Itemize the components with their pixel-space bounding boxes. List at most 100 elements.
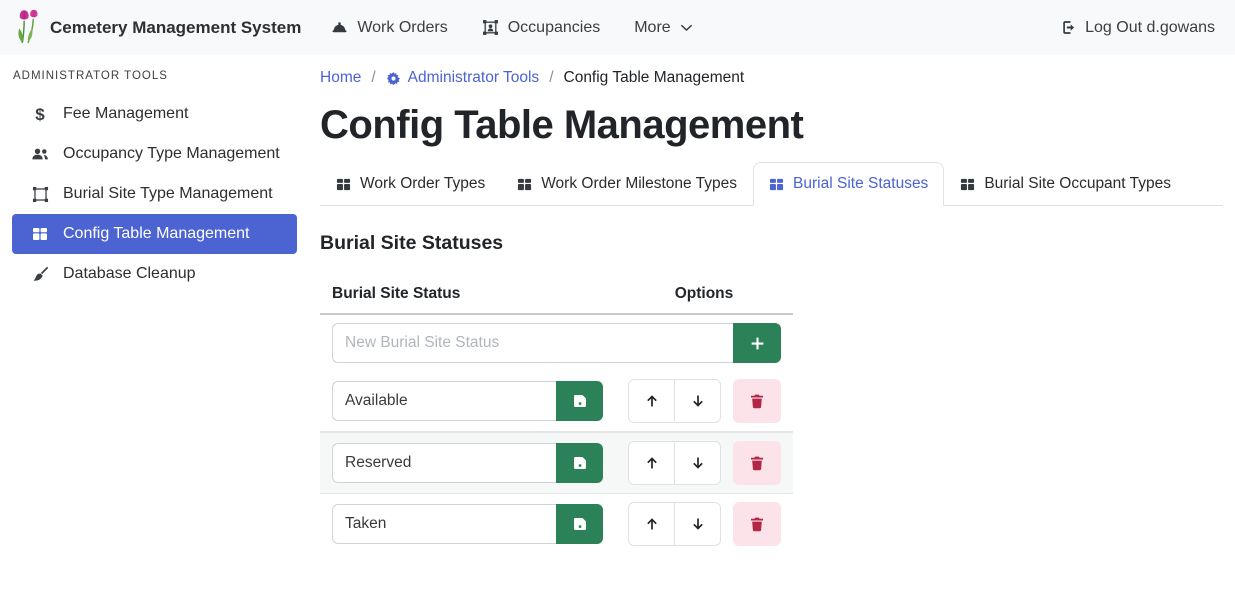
breadcrumb-admin-tools-label: Administrator Tools xyxy=(408,69,540,87)
column-header-status: Burial Site Status xyxy=(332,285,627,303)
save-button[interactable] xyxy=(556,381,603,421)
sidebar-item-fee-management[interactable]: $ Fee Management xyxy=(12,94,297,134)
table-row-reserved xyxy=(320,432,793,494)
nav-more-dropdown[interactable]: More xyxy=(634,19,692,37)
arrow-up-icon xyxy=(644,455,660,471)
column-header-options: Options xyxy=(627,285,781,303)
arrow-down-icon xyxy=(690,393,706,409)
table-row-available xyxy=(320,371,793,432)
breadcrumb-current: Config Table Management xyxy=(564,69,745,87)
status-input[interactable] xyxy=(332,504,556,544)
breadcrumb: Home / Administrator Tools / Config Tabl… xyxy=(320,69,1223,87)
chevron-down-icon xyxy=(680,21,693,34)
sidebar-item-label: Config Table Management xyxy=(63,225,250,243)
delete-button[interactable] xyxy=(733,502,781,546)
sign-out-icon xyxy=(1059,19,1076,36)
hard-hat-icon xyxy=(331,19,348,36)
nav-more-label: More xyxy=(634,19,670,37)
logout-label: Log Out d.gowans xyxy=(1085,19,1215,37)
tab-burial-site-occupant-types[interactable]: Burial Site Occupant Types xyxy=(944,162,1187,206)
object-group-icon xyxy=(30,186,50,203)
tab-label: Burial Site Occupant Types xyxy=(984,175,1171,193)
move-up-button[interactable] xyxy=(628,441,675,485)
breadcrumb-home-link[interactable]: Home xyxy=(320,69,361,87)
nav-work-orders[interactable]: Work Orders xyxy=(331,19,447,37)
section-heading: Burial Site Statuses xyxy=(320,232,1223,255)
sidebar-item-label: Burial Site Type Management xyxy=(63,185,273,203)
move-up-button[interactable] xyxy=(628,379,675,423)
nav-occupancies-label: Occupancies xyxy=(508,19,601,37)
table-icon xyxy=(517,177,532,192)
save-button[interactable] xyxy=(556,443,603,483)
arrow-down-icon xyxy=(690,455,706,471)
breadcrumb-separator: / xyxy=(371,69,375,87)
sidebar-item-config-table-management[interactable]: Config Table Management xyxy=(12,214,297,254)
trash-icon xyxy=(749,516,765,532)
sidebar-item-label: Fee Management xyxy=(63,105,188,123)
tab-work-order-milestone-types[interactable]: Work Order Milestone Types xyxy=(501,162,753,206)
users-icon xyxy=(30,145,50,163)
sidebar-item-label: Occupancy Type Management xyxy=(63,145,280,163)
sidebar-item-database-cleanup[interactable]: Database Cleanup xyxy=(12,254,297,294)
tab-burial-site-statuses[interactable]: Burial Site Statuses xyxy=(753,162,944,206)
tab-work-order-types[interactable]: Work Order Types xyxy=(320,162,501,206)
sidebar-item-label: Database Cleanup xyxy=(63,265,196,283)
sidebar: ADMINISTRATOR TOOLS $ Fee Management Occ… xyxy=(0,55,310,591)
table-icon xyxy=(960,177,975,192)
trash-icon xyxy=(749,393,765,409)
tab-label: Burial Site Statuses xyxy=(793,175,928,193)
nav-occupancies[interactable]: Occupancies xyxy=(482,19,601,37)
delete-button[interactable] xyxy=(733,379,781,423)
occupancy-frame-icon xyxy=(482,19,499,36)
save-floppy-icon xyxy=(572,455,588,471)
main-content: Home / Administrator Tools / Config Tabl… xyxy=(310,55,1235,591)
logout-link[interactable]: Log Out d.gowans xyxy=(1059,19,1215,37)
status-input[interactable] xyxy=(332,443,556,483)
save-floppy-icon xyxy=(572,516,588,532)
breadcrumb-admin-tools-link[interactable]: Administrator Tools xyxy=(386,69,540,87)
page-title: Config Table Management xyxy=(320,103,1223,148)
dollar-icon: $ xyxy=(30,106,50,123)
table-header-row: Burial Site Status Options xyxy=(320,277,793,315)
move-down-button[interactable] xyxy=(674,379,721,423)
new-status-input[interactable] xyxy=(332,323,733,363)
nav-links: Work Orders Occupancies More xyxy=(331,19,726,37)
row-options xyxy=(628,502,781,546)
tab-bar: Work Order Types Work Order Milestone Ty… xyxy=(320,162,1223,206)
move-down-button[interactable] xyxy=(674,502,721,546)
sidebar-heading: ADMINISTRATOR TOOLS xyxy=(13,70,297,82)
nav-right: Log Out d.gowans xyxy=(1059,19,1219,37)
burial-site-status-table: Burial Site Status Options xyxy=(320,277,793,554)
brand[interactable]: Cemetery Management System xyxy=(16,9,301,46)
sidebar-item-occupancy-type-management[interactable]: Occupancy Type Management xyxy=(12,134,297,174)
gear-icon xyxy=(386,71,401,86)
plus-icon xyxy=(749,335,766,352)
row-options xyxy=(628,379,781,423)
table-row-taken xyxy=(320,494,793,554)
table-icon xyxy=(30,226,50,242)
tulip-logo-icon xyxy=(16,9,41,46)
table-icon xyxy=(336,177,351,192)
add-status-button[interactable] xyxy=(733,323,781,363)
sidebar-item-burial-site-type-management[interactable]: Burial Site Type Management xyxy=(12,174,297,214)
table-icon xyxy=(769,177,784,192)
arrow-up-icon xyxy=(644,516,660,532)
save-button[interactable] xyxy=(556,504,603,544)
row-options xyxy=(628,441,781,485)
broom-icon xyxy=(30,266,50,283)
brand-title: Cemetery Management System xyxy=(50,18,301,38)
save-floppy-icon xyxy=(572,393,588,409)
breadcrumb-separator: / xyxy=(549,69,553,87)
move-down-button[interactable] xyxy=(674,441,721,485)
arrow-down-icon xyxy=(690,516,706,532)
tab-label: Work Order Types xyxy=(360,175,485,193)
delete-button[interactable] xyxy=(733,441,781,485)
top-navbar: Cemetery Management System Work Orders O… xyxy=(0,0,1235,55)
tab-label: Work Order Milestone Types xyxy=(541,175,737,193)
nav-work-orders-label: Work Orders xyxy=(357,19,447,37)
status-input[interactable] xyxy=(332,381,556,421)
trash-icon xyxy=(749,455,765,471)
table-row-new-status xyxy=(320,315,793,371)
arrow-up-icon xyxy=(644,393,660,409)
move-up-button[interactable] xyxy=(628,502,675,546)
